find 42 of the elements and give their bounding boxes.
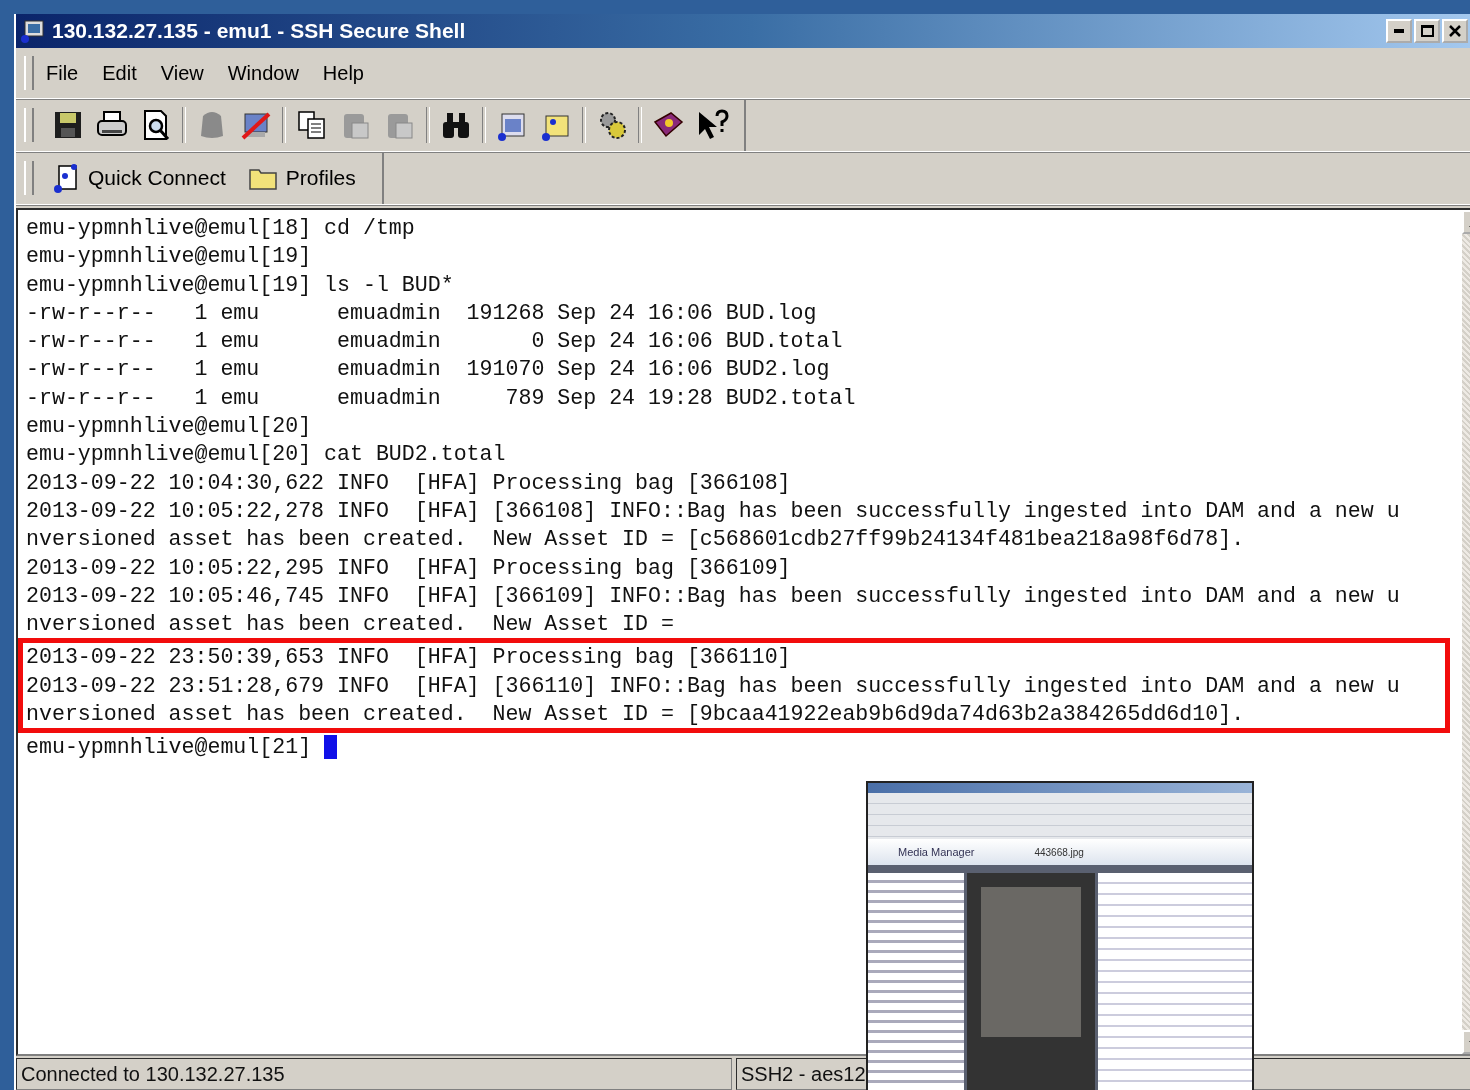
file-name: 443668.jpg bbox=[1034, 846, 1084, 858]
terminal-line: nversioned asset has been created. New Asset ID = bbox=[26, 611, 674, 639]
terminal-line: 2013-09-22 10:04:30,622 INFO [HFA] Processing bag [366108] bbox=[26, 469, 791, 497]
minimize-button[interactable] bbox=[1386, 19, 1412, 43]
terminal-line: nversioned asset has been created. New Asset ID = [c568601cdb27ff99b24134f481bea218a98f6d78]. bbox=[26, 526, 1245, 554]
terminal-line: 2013-09-22 23:50:39,653 INFO [HFA] Processing bag [366110] bbox=[26, 644, 791, 672]
terminal-line: emu-ypmnhlive@emul[18] cd /tmp bbox=[26, 215, 415, 242]
terminal-line: -rw-r--r-- 1 emu emuadmin 0 Sep 24 16:06 BUD.total bbox=[26, 328, 843, 356]
status-text: Connected to 130.132.27.135 bbox=[16, 1058, 732, 1090]
toolbar-grip[interactable] bbox=[24, 56, 34, 90]
terminal-line: emu-ypmnhlive@emul[20] bbox=[26, 413, 312, 441]
computer-icon bbox=[20, 18, 46, 44]
minimize-icon bbox=[1394, 29, 1404, 33]
menu-item[interactable]: Edit bbox=[102, 61, 137, 85]
terminal-prompt: emu-ypmnhlive@emul[21] bbox=[26, 734, 312, 762]
terminal-line: 2013-09-22 10:05:22,278 INFO [HFA] [366108] INFO::Bag has been successfully ingested into DAM and a new u bbox=[26, 497, 1400, 525]
text-cursor bbox=[324, 735, 338, 760]
terminal-line: 2013-09-22 10:05:22,295 INFO [HFA] Processing bag [366109] bbox=[26, 554, 791, 582]
terminal-line: -rw-r--r-- 1 emu emuadmin 191268 Sep 24 16:06 BUD.log bbox=[26, 299, 817, 327]
maximize-button[interactable] bbox=[1414, 19, 1440, 43]
terminal-line: 2013-09-22 10:05:46,745 INFO [HFA] [366109] INFO::Bag has been successfully ingested into DAM and a new u bbox=[26, 582, 1400, 610]
menu-item[interactable]: View bbox=[160, 61, 204, 85]
toolbar-grip[interactable] bbox=[24, 108, 34, 142]
profiles-button[interactable]: Profiles bbox=[241, 165, 362, 191]
terminal-line: -rw-r--r-- 1 emu emuadmin 191070 Sep 24 16:06 BUD2.log bbox=[26, 356, 830, 384]
terminal-line: nversioned asset has been created. New Asset ID = [9bcaa41922eab9b6d9da74d63b2a384265dd6d10]. bbox=[26, 701, 1245, 729]
close-icon bbox=[1449, 25, 1461, 37]
terminal-line: -rw-r--r-- 1 emu emuadmin 789 Sep 24 19:28 BUD2.total bbox=[26, 384, 856, 412]
terminal-line: emu-ypmnhlive@emul[20] cat BUD2.total bbox=[26, 441, 506, 469]
app-title: Media Manager bbox=[898, 846, 975, 858]
quick-connect-button[interactable]: Quick Connect bbox=[46, 163, 232, 193]
close-button[interactable] bbox=[1442, 19, 1468, 43]
terminal-line: emu-ypmnhlive@emul[19] bbox=[26, 243, 312, 271]
maximize-icon bbox=[1420, 25, 1434, 37]
connect-page-icon bbox=[52, 163, 80, 193]
menu-item[interactable]: File bbox=[46, 61, 79, 85]
window-title: 130.132.27.135 - emu1 - SSH Secure Shell bbox=[52, 19, 466, 43]
toolbar-grip[interactable] bbox=[24, 161, 34, 195]
menu-item[interactable]: Help bbox=[322, 61, 364, 85]
terminal-line: emu-ypmnhlive@emul[19] ls -l BUD* bbox=[26, 271, 454, 299]
terminal-line: 2013-09-22 23:51:28,679 INFO [HFA] [366110] INFO::Bag has been successfully ingested into DAM and a new u bbox=[26, 672, 1400, 700]
menu-item[interactable]: Window bbox=[227, 61, 299, 85]
